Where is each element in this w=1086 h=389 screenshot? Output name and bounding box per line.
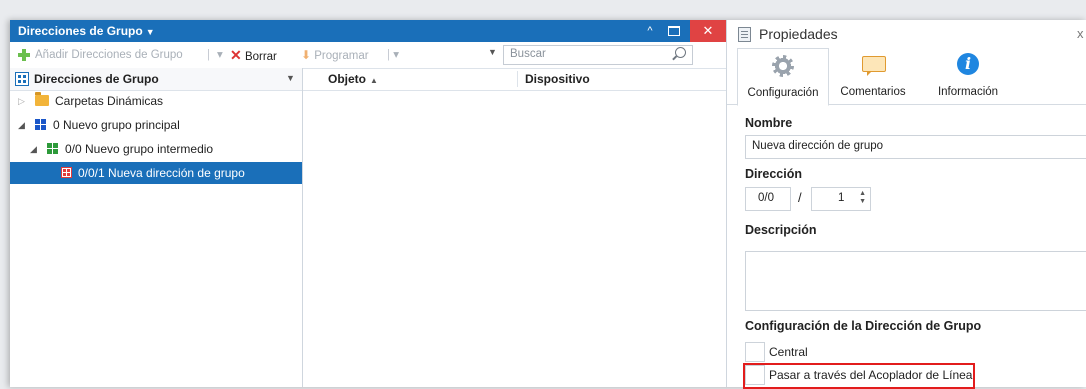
address-prefix-field: 0/0 bbox=[745, 187, 791, 211]
close-button[interactable]: ✕ bbox=[690, 20, 726, 42]
tab-label: Configuración bbox=[747, 87, 819, 99]
gear-icon bbox=[772, 55, 794, 77]
group-addresses-window: Direcciones de Grupo ▼ ^ ✕ Añadir Direcci… bbox=[10, 20, 727, 387]
address-stepper-value: 1 bbox=[838, 192, 845, 204]
separator: | bbox=[207, 49, 210, 61]
chevron-down-icon[interactable]: ▼ bbox=[286, 73, 295, 83]
tree-item-label: 0 Nuevo grupo principal bbox=[53, 118, 180, 132]
tree-item-dynamic-folders[interactable]: ▷ Carpetas Dinámicas bbox=[10, 90, 302, 112]
collapse-button[interactable]: ^ bbox=[638, 20, 662, 42]
delete-label: Borrar bbox=[244, 51, 277, 63]
toolbar: Añadir Direcciones de Grupo | ▾ ✕ Borrar… bbox=[10, 42, 726, 69]
group-config-label: Configuración de la Dirección de Grupo bbox=[745, 319, 982, 333]
central-checkbox[interactable] bbox=[745, 342, 765, 362]
name-field[interactable]: Nueva dirección de grupo bbox=[745, 135, 1086, 159]
column-device[interactable]: Dispositivo bbox=[525, 72, 590, 86]
properties-tabs: Configuración Comentarios i Información bbox=[727, 48, 1086, 106]
tab-configuracion[interactable]: Configuración bbox=[737, 48, 829, 106]
plus-icon bbox=[18, 49, 30, 61]
name-label: Nombre bbox=[745, 116, 793, 130]
add-group-addresses-button[interactable]: Añadir Direcciones de Grupo bbox=[18, 47, 183, 63]
address-stepper[interactable]: 1 ▲ ▼ bbox=[811, 187, 871, 211]
download-arrow-icon: ⬇ bbox=[301, 48, 312, 62]
window-titlebar: Direcciones de Grupo ▼ ^ ✕ bbox=[10, 20, 726, 42]
tab-label: Información bbox=[937, 86, 999, 98]
tab-informacion[interactable]: i Información bbox=[923, 48, 1013, 104]
middle-group-icon bbox=[47, 143, 58, 154]
expand-icon[interactable]: ▷ bbox=[18, 90, 25, 112]
column-object-label: Objeto bbox=[328, 72, 366, 86]
search-placeholder: Buscar bbox=[510, 48, 546, 60]
description-label: Descripción bbox=[745, 223, 817, 237]
tree-header[interactable]: Direcciones de Grupo ▼ bbox=[10, 68, 302, 91]
address-prefix-value: 0/0 bbox=[758, 192, 774, 204]
program-label: Programar bbox=[314, 50, 369, 62]
tree-panel: Direcciones de Grupo ▼ ▷ Carpetas Dinámi… bbox=[10, 68, 303, 387]
delete-button[interactable]: ✕ Borrar bbox=[230, 47, 277, 63]
program-dropdown-arrow[interactable]: | ▾ bbox=[387, 47, 399, 63]
properties-panel: Propiedades x Configuración Comentarios … bbox=[727, 20, 1086, 389]
spinner-icon[interactable]: ▲ ▼ bbox=[859, 190, 866, 206]
tab-comentarios[interactable]: Comentarios bbox=[829, 48, 917, 104]
window-title-text: Direcciones de Grupo bbox=[18, 24, 143, 38]
properties-titlebar: Propiedades x bbox=[727, 20, 1086, 48]
add-dropdown-arrow[interactable]: ▾ bbox=[217, 47, 223, 63]
program-button[interactable]: ⬇ Programar bbox=[301, 47, 369, 63]
collapse-icon[interactable]: ◢ bbox=[30, 138, 37, 160]
address-label: Dirección bbox=[745, 167, 802, 181]
column-object[interactable]: Objeto ▲ bbox=[328, 72, 378, 86]
tree-item-group-address[interactable]: 0/0/1 Nueva dirección de grupo bbox=[10, 162, 302, 184]
window-title[interactable]: Direcciones de Grupo ▼ bbox=[18, 24, 155, 38]
central-checkbox-label: Central bbox=[769, 345, 808, 359]
address-separator: / bbox=[798, 190, 802, 205]
highlight-box bbox=[743, 363, 975, 389]
search-input[interactable]: Buscar bbox=[503, 45, 693, 65]
group-address-icon bbox=[15, 72, 29, 86]
properties-title: Propiedades bbox=[759, 26, 838, 42]
search-icon[interactable] bbox=[675, 47, 686, 58]
name-field-value: Nueva dirección de grupo bbox=[752, 140, 884, 152]
properties-icon bbox=[738, 27, 751, 42]
group-address-icon bbox=[61, 167, 72, 178]
info-icon: i bbox=[957, 53, 979, 75]
objects-table-header: Objeto ▲ Dispositivo bbox=[303, 68, 726, 91]
add-group-addresses-label: Añadir Direcciones de Grupo bbox=[35, 49, 183, 61]
tree-item-main-group[interactable]: ◢ 0 Nuevo grupo principal bbox=[10, 114, 302, 136]
app-frame: Direcciones de Grupo ▼ ^ ✕ Añadir Direcci… bbox=[10, 20, 1086, 389]
description-field[interactable] bbox=[745, 251, 1086, 311]
tree-item-middle-group[interactable]: ◢ 0/0 Nuevo grupo intermedio bbox=[10, 138, 302, 160]
tree-header-label: Direcciones de Grupo bbox=[34, 72, 159, 86]
tree-item-label: Carpetas Dinámicas bbox=[55, 94, 164, 108]
tab-label: Comentarios bbox=[840, 86, 906, 98]
folder-icon bbox=[35, 92, 49, 106]
close-icon[interactable]: x bbox=[1077, 26, 1084, 41]
maximize-icon bbox=[668, 26, 680, 37]
collapse-icon[interactable]: ◢ bbox=[18, 114, 25, 136]
tree-item-label: 0/0/1 Nueva dirección de grupo bbox=[78, 166, 245, 180]
tree-item-label: 0/0 Nuevo grupo intermedio bbox=[65, 142, 214, 156]
sort-up-icon: ▲ bbox=[370, 76, 378, 85]
column-divider[interactable] bbox=[517, 71, 518, 87]
delete-icon: ✕ bbox=[230, 47, 242, 63]
comment-icon bbox=[862, 56, 886, 76]
maximize-button[interactable] bbox=[662, 20, 686, 42]
chevron-down-icon[interactable]: ▼ bbox=[146, 27, 155, 37]
main-group-icon bbox=[35, 119, 46, 130]
filter-dropdown-arrow[interactable]: ▼ bbox=[488, 47, 497, 57]
